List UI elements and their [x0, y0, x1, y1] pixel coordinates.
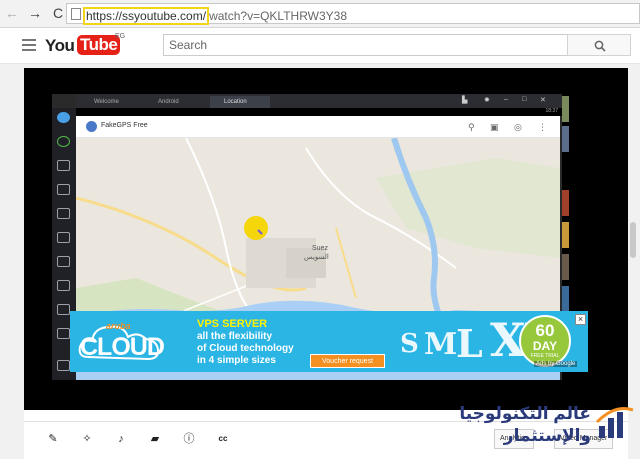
- size-l: L: [456, 321, 483, 366]
- ad-banner[interactable]: aruba CLOUD VPS SERVER all the flexibili…: [70, 311, 588, 372]
- ad-close-button[interactable]: ×: [575, 314, 586, 325]
- magic-wand-icon[interactable]: ✧: [80, 432, 94, 446]
- hamburger-menu-icon[interactable]: [22, 39, 36, 51]
- reload-icon[interactable]: C: [50, 5, 66, 21]
- chat-icon[interactable]: [57, 136, 70, 147]
- settings-gear-icon[interactable]: ✹: [484, 96, 490, 104]
- close-icon[interactable]: ✕: [540, 96, 546, 104]
- profile-icon[interactable]: [57, 112, 70, 123]
- window-icon[interactable]: [57, 160, 70, 171]
- logo-you: You: [45, 36, 75, 55]
- info-icon[interactable]: ⓘ: [182, 432, 196, 446]
- tab-location[interactable]: Location: [210, 96, 270, 108]
- tab-welcome[interactable]: Welcome: [80, 96, 130, 108]
- city-label-ar: السويس: [304, 253, 329, 261]
- location-pin-icon[interactable]: [57, 232, 70, 243]
- ad-line-2: of Cloud technology: [197, 343, 294, 354]
- city-label-en: Suez: [312, 245, 328, 252]
- watermark-line-1: عالم التكنولوجيا: [459, 404, 591, 423]
- search-icon: [594, 40, 606, 52]
- badge-unit: DAY: [532, 339, 558, 353]
- search-input[interactable]: [163, 34, 568, 56]
- app-title: FakeGPS Free: [101, 122, 148, 129]
- free-trial-badge: 60 DAY FREE TRIAL: [519, 315, 571, 367]
- overflow-menu-icon[interactable]: ⋮: [538, 122, 547, 133]
- status-time: 18:37: [545, 108, 558, 114]
- pencil-icon[interactable]: ✎: [46, 432, 60, 446]
- forward-arrow-icon[interactable]: →: [27, 5, 43, 21]
- volume-icon[interactable]: [57, 328, 70, 339]
- app-logo-icon: [86, 121, 97, 132]
- speech-bubble-icon[interactable]: ▰: [148, 432, 162, 446]
- ad-brand-cloud: CLOUD: [80, 333, 165, 361]
- voucher-request-button[interactable]: Voucher request: [310, 354, 385, 368]
- back-arrow-icon[interactable]: ←: [4, 5, 20, 21]
- address-bar[interactable]: https://ssyoutube.com/watch?v=QKLTHRW3Y3…: [66, 3, 640, 25]
- youtube-header: You Tube EG: [0, 28, 640, 64]
- size-m: M: [424, 327, 458, 362]
- ad-brand-aruba: aruba: [106, 321, 131, 331]
- tab-android[interactable]: Android: [144, 96, 204, 108]
- page-icon: [71, 8, 81, 20]
- url-highlight: https://ssyoutube.com/: [83, 7, 210, 25]
- region-code: EG: [115, 33, 126, 40]
- android-status-bar: 18:37: [76, 108, 562, 116]
- ads-by-google[interactable]: Ads by Google: [534, 361, 578, 367]
- watermark: عالم التكنولوجيا والإستثمار: [455, 400, 637, 458]
- bar-chart-logo-icon: [595, 407, 634, 438]
- badge-number: 60: [535, 321, 555, 340]
- logo-tube: Tube: [77, 35, 121, 55]
- music-note-icon[interactable]: ♪: [114, 432, 128, 446]
- help-icon[interactable]: [57, 360, 70, 371]
- emulator-tabbar: Welcome Android Location ▙ ✹ – □ ✕: [76, 94, 562, 108]
- grid-icon[interactable]: ▙: [462, 96, 467, 104]
- folder-icon[interactable]: [57, 280, 70, 291]
- ad-headline: VPS SERVER: [197, 318, 268, 330]
- search-button[interactable]: [567, 34, 631, 56]
- my-location-icon[interactable]: ◎: [514, 122, 522, 133]
- maximize-icon[interactable]: □: [522, 96, 526, 103]
- cc-icon[interactable]: cc: [216, 432, 230, 446]
- watermark-line-2: والإستثمار: [503, 426, 591, 445]
- ad-line-1: all the flexibility: [197, 331, 273, 342]
- ad-line-3: in 4 simple sizes: [197, 355, 276, 366]
- url-text[interactable]: https://ssyoutube.com/watch?v=QKLTHRW3Y3…: [83, 7, 348, 25]
- search-icon[interactable]: ⚲: [468, 122, 475, 133]
- shake-icon[interactable]: [57, 256, 70, 267]
- rotate-icon[interactable]: [57, 184, 70, 195]
- camera-icon[interactable]: [57, 208, 70, 219]
- size-s: S: [400, 329, 419, 359]
- url-path: watch?v=QKLTHRW3Y38: [209, 9, 348, 23]
- minimize-icon[interactable]: –: [504, 96, 508, 103]
- map-layers-icon[interactable]: ▣: [490, 122, 499, 133]
- browser-toolbar: ← → C https://ssyoutube.com/watch?v=QKLT…: [0, 0, 640, 28]
- app-action-bar: FakeGPS Free ⚲ ▣ ◎ ⋮: [76, 116, 560, 138]
- badge-note: FREE TRIAL: [530, 353, 560, 359]
- copy-icon[interactable]: [57, 304, 70, 315]
- page-scrollbar[interactable]: [630, 222, 636, 258]
